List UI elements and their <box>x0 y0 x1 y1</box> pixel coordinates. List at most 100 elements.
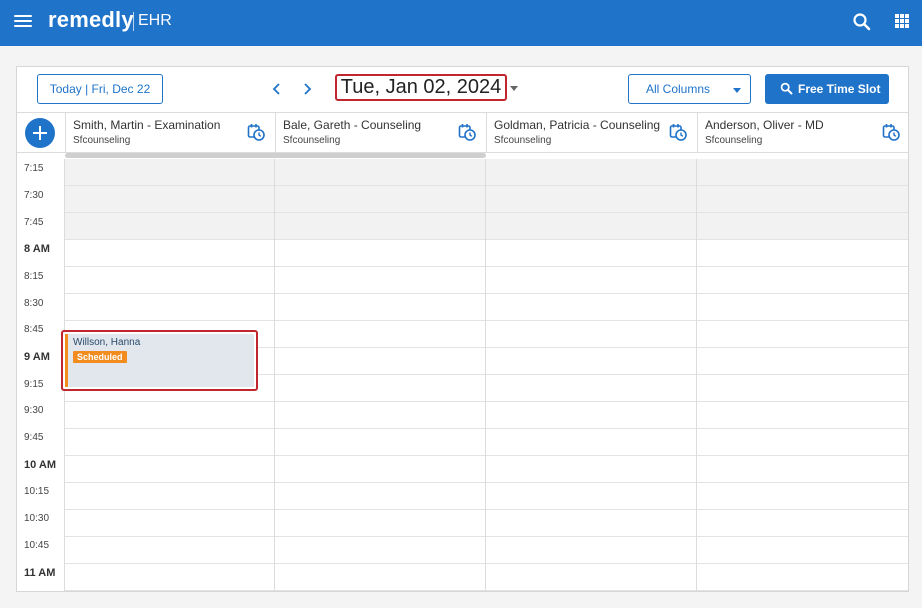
time-slot-cell[interactable] <box>65 186 274 213</box>
time-slot-label: 8:15 <box>24 271 44 282</box>
add-appointment-button[interactable] <box>25 118 55 148</box>
time-grid: 7:15 7:30 7:45 8 AM 8:15 8:30 8:45 9 AM … <box>17 159 908 591</box>
time-slot-cell[interactable] <box>486 240 696 267</box>
time-slot-cell[interactable] <box>275 456 485 483</box>
time-slot-label: 10:45 <box>24 540 50 551</box>
time-slot-cell[interactable] <box>697 483 908 510</box>
time-slot-cell[interactable] <box>697 294 908 321</box>
time-slot-cell[interactable] <box>275 321 485 348</box>
time-slot-cell[interactable] <box>65 402 274 429</box>
time-slot-cell[interactable] <box>486 348 696 375</box>
column-provider-name: Bale, Gareth - Counseling <box>283 118 422 132</box>
time-slot-cell[interactable] <box>697 267 908 294</box>
time-slot-cell[interactable] <box>697 375 908 402</box>
time-slot-label: 8:45 <box>24 324 44 335</box>
brand-logo: remedly <box>48 7 134 32</box>
time-slot-cell[interactable] <box>486 483 696 510</box>
time-slot-cell[interactable] <box>697 159 908 186</box>
calendar-clock-icon[interactable] <box>882 123 900 141</box>
time-slot-cell[interactable] <box>275 483 485 510</box>
chevron-right-icon[interactable] <box>300 81 314 97</box>
time-slot-cell[interactable] <box>65 159 274 186</box>
time-slot-cell[interactable] <box>697 348 908 375</box>
time-slot-cell[interactable] <box>486 429 696 456</box>
time-slot-cell[interactable] <box>275 537 485 564</box>
time-slot-cell[interactable] <box>486 375 696 402</box>
time-slot-cell[interactable] <box>275 267 485 294</box>
time-slot-cell[interactable] <box>65 294 274 321</box>
time-slot-cell[interactable] <box>275 213 485 240</box>
time-slot-cell[interactable] <box>65 456 274 483</box>
search-icon[interactable] <box>852 12 872 32</box>
time-slot-cell[interactable] <box>275 348 485 375</box>
time-slot-cell[interactable] <box>65 267 274 294</box>
appointment-card[interactable]: Willson, Hanna Scheduled <box>61 330 258 391</box>
time-slot-label: 9 AM <box>24 351 50 363</box>
column-organization: Sfcounseling <box>283 135 341 146</box>
time-slot-cell[interactable] <box>697 429 908 456</box>
time-slot-cell[interactable] <box>697 186 908 213</box>
time-slot-cell[interactable] <box>486 510 696 537</box>
time-slot-cell[interactable] <box>275 564 485 591</box>
status-badge: Scheduled <box>73 351 127 363</box>
column-header: Anderson, Oliver - MD Sfcounseling <box>697 113 908 152</box>
time-slot-cell[interactable] <box>486 321 696 348</box>
calendar-clock-icon[interactable] <box>458 123 476 141</box>
apps-grid-icon[interactable] <box>895 14 909 28</box>
time-slot-cell[interactable] <box>697 213 908 240</box>
time-slot-cell[interactable] <box>486 159 696 186</box>
columns-select[interactable]: All Columns <box>628 74 751 104</box>
column-header: Smith, Martin - Examination Sfcounseling <box>65 113 275 152</box>
time-slot-cell[interactable] <box>65 213 274 240</box>
date-dropdown-caret-icon[interactable] <box>510 86 518 91</box>
time-slot-cell[interactable] <box>697 564 908 591</box>
time-slot-cell[interactable] <box>65 240 274 267</box>
horizontal-scrollbar[interactable] <box>65 153 486 158</box>
chevron-left-icon[interactable] <box>270 81 284 97</box>
time-slot-cell[interactable] <box>275 510 485 537</box>
time-slot-cell[interactable] <box>697 510 908 537</box>
free-time-slot-button[interactable]: Free Time Slot <box>765 74 889 104</box>
today-button[interactable]: Today | Fri, Dec 22 <box>37 74 163 104</box>
time-slot-cell[interactable] <box>275 159 485 186</box>
time-slot-cell[interactable] <box>486 537 696 564</box>
time-slot-cell[interactable] <box>697 456 908 483</box>
time-slot-cell[interactable] <box>65 429 274 456</box>
time-slot-cell[interactable] <box>65 483 274 510</box>
time-slot-cell[interactable] <box>697 402 908 429</box>
time-slot-cell[interactable] <box>275 240 485 267</box>
time-slot-cell[interactable] <box>486 294 696 321</box>
calendar-column[interactable] <box>275 159 486 591</box>
calendar-panel: Today | Fri, Dec 22 Tue, Jan 02, 2024 Al… <box>16 66 909 592</box>
calendar-clock-icon[interactable] <box>247 123 265 141</box>
column-organization: Sfcounseling <box>705 135 763 146</box>
time-slot-cell[interactable] <box>697 240 908 267</box>
time-slot-cell[interactable] <box>65 537 274 564</box>
time-slot-label: 8:30 <box>24 298 44 309</box>
chevron-down-icon <box>733 88 741 93</box>
time-slot-cell[interactable] <box>65 510 274 537</box>
time-slot-label: 8 AM <box>24 243 50 255</box>
time-slot-cell[interactable] <box>275 402 485 429</box>
time-slot-cell[interactable] <box>275 429 485 456</box>
time-slot-cell[interactable] <box>275 375 485 402</box>
calendar-clock-icon[interactable] <box>669 123 687 141</box>
time-slot-cell[interactable] <box>275 186 485 213</box>
time-slot-cell[interactable] <box>486 402 696 429</box>
time-slot-cell[interactable] <box>697 321 908 348</box>
calendar-column[interactable] <box>486 159 697 591</box>
time-slot-cell[interactable] <box>697 537 908 564</box>
time-slot-cell[interactable] <box>486 213 696 240</box>
current-date-picker[interactable]: Tue, Jan 02, 2024 <box>335 74 507 101</box>
menu-icon[interactable] <box>14 14 32 28</box>
time-slot-cell[interactable] <box>486 267 696 294</box>
calendar-column[interactable] <box>697 159 908 591</box>
time-slot-cell[interactable] <box>275 294 485 321</box>
columns-select-value: All Columns <box>646 82 711 96</box>
time-slot-cell[interactable] <box>486 186 696 213</box>
time-slot-cell[interactable] <box>65 564 274 591</box>
time-slot-cell[interactable] <box>486 564 696 591</box>
column-provider-name: Smith, Martin - Examination <box>73 118 221 132</box>
time-slot-label: 11 AM <box>24 567 56 579</box>
time-slot-cell[interactable] <box>486 456 696 483</box>
